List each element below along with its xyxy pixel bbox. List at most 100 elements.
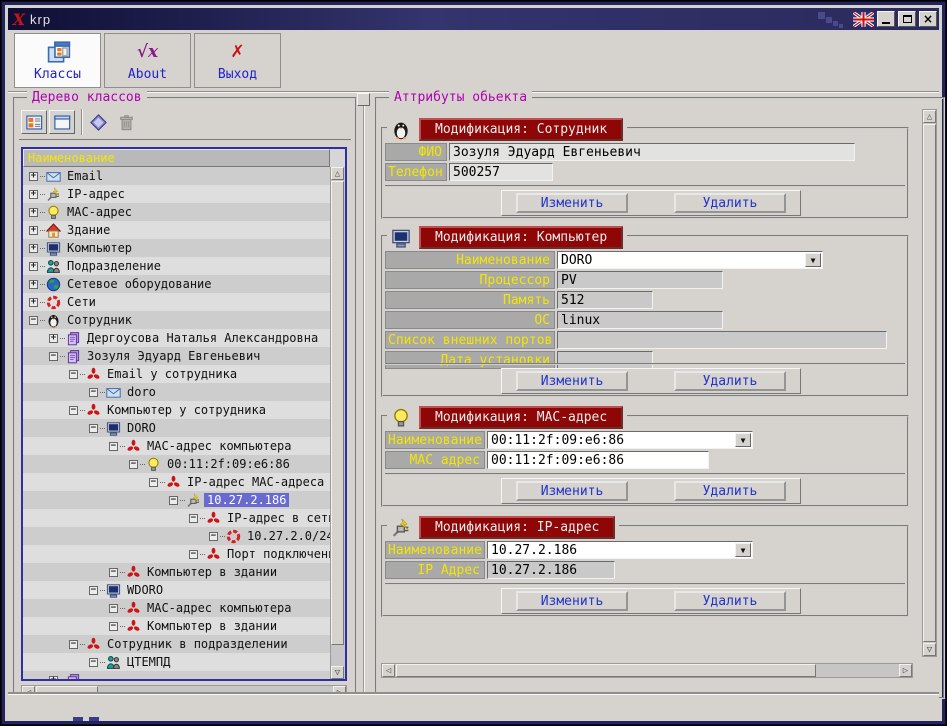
combo-dropdown-icon[interactable]: ▼	[735, 433, 751, 447]
classes-toolbar-button[interactable]: Классы	[14, 33, 101, 88]
text-input[interactable]: 10.27.2.186	[487, 561, 615, 579]
expand-plus-icon[interactable]: +	[29, 190, 38, 199]
tree-item-label[interactable]: Сетевое оборудование	[64, 277, 215, 291]
expand-plus-icon[interactable]: +	[29, 172, 38, 181]
tree-item-label[interactable]: IP-адрес MAC-адреса	[184, 475, 327, 489]
tree-item-label[interactable]: Компьютер в здании	[144, 565, 280, 579]
attributes-vertical-scrollbar[interactable]: △ ▽	[922, 109, 937, 657]
collapse-minus-icon[interactable]: −	[89, 658, 98, 667]
collapse-minus-icon[interactable]: −	[209, 532, 218, 541]
panel-splitter[interactable]	[363, 95, 365, 699]
tree-item-label[interactable]: Сети	[64, 295, 99, 309]
tree-vertical-scrollbar[interactable]: △ ▽	[330, 167, 345, 679]
tree-item-label[interactable]: Зозуля Эдуард Евгеньевич	[84, 349, 263, 363]
expand-plus-icon[interactable]: +	[29, 298, 38, 307]
tree-item[interactable]: + Дергоусова Наталья Александровна	[23, 329, 330, 347]
expand-plus-icon[interactable]: +	[29, 280, 38, 289]
tree-item[interactable]: + Сети	[23, 293, 330, 311]
collapse-minus-icon[interactable]: −	[69, 370, 78, 379]
tree-item-label[interactable]: Здание	[64, 223, 113, 237]
edit-button[interactable]: Изменить	[516, 371, 628, 391]
text-input[interactable]: 500257	[449, 163, 553, 181]
attributes-horizontal-scrollbar[interactable]: ◁ ▷	[381, 663, 913, 678]
expand-plus-icon[interactable]: +	[29, 208, 38, 217]
splitter-handle[interactable]	[357, 93, 370, 106]
close-button[interactable]: ×	[919, 11, 937, 27]
collapse-minus-icon[interactable]: −	[189, 514, 198, 523]
collapse-minus-icon[interactable]: −	[109, 622, 118, 631]
titlebar[interactable]: X krp ×	[8, 8, 939, 30]
text-input[interactable]: Зозуля Эдуард Евгеньевич	[449, 143, 855, 161]
language-flag-icon[interactable]	[853, 12, 874, 27]
tree-item[interactable]: − IP-адрес в сети	[23, 509, 330, 527]
tree-item[interactable]: + MAC-адрес	[23, 203, 330, 221]
tree-item[interactable]: −MAC-адрес компьютера	[23, 437, 330, 455]
scroll-up-icon[interactable]: △	[923, 110, 936, 123]
tree-item[interactable]: −Сотрудник	[23, 311, 330, 329]
expand-plus-icon[interactable]: +	[29, 226, 38, 235]
tree-item-label[interactable]: Дергоусова Наталья Александровна	[84, 331, 321, 345]
tree-item[interactable]: −WDORO	[23, 581, 330, 599]
tree-item[interactable]: + Сетевое оборудование	[23, 275, 330, 293]
minimize-button[interactable]	[877, 11, 895, 27]
tree-item-label[interactable]: DORO	[124, 421, 159, 435]
collapse-minus-icon[interactable]: −	[149, 478, 158, 487]
tree-item-label[interactable]: Порт подключени	[224, 547, 330, 561]
exit-toolbar-button[interactable]: ✗Выход	[194, 33, 281, 88]
attributes-hscroll-thumb[interactable]	[396, 664, 816, 677]
delete-button[interactable]: Удалить	[674, 371, 786, 391]
tree-item[interactable]: + Email	[23, 167, 330, 185]
tree-item[interactable]: − ЦТЕМПД	[23, 653, 330, 671]
combo-box[interactable]: DORO▼	[557, 251, 823, 269]
tree-item[interactable]: − 00:11:2f:09:e6:86	[23, 455, 330, 473]
tree-column-header[interactable]: Наименование	[23, 149, 330, 167]
collapse-minus-icon[interactable]: −	[89, 388, 98, 397]
view-plain-icon[interactable]	[49, 110, 75, 134]
edit-button[interactable]: Изменить	[516, 591, 628, 611]
collapse-minus-icon[interactable]: −	[189, 550, 198, 559]
tree-item-label[interactable]: Email у сотрудника	[104, 367, 240, 381]
combo-box[interactable]: 00:11:2f:09:e6:86▼	[487, 431, 753, 449]
text-input[interactable]	[557, 331, 887, 349]
scroll-down-icon[interactable]: ▽	[331, 666, 344, 679]
view-detail-icon[interactable]	[21, 110, 47, 134]
collapse-minus-icon[interactable]: −	[69, 406, 78, 415]
tree-item[interactable]: − Компьютер в здании	[23, 617, 330, 635]
tree-vscroll-thumb[interactable]	[331, 181, 344, 645]
tree-item[interactable]: − Порт подключени	[23, 545, 330, 563]
collapse-minus-icon[interactable]: −	[89, 586, 98, 595]
collapse-minus-icon[interactable]: −	[109, 442, 118, 451]
tree-item[interactable]: + IP-адрес	[23, 185, 330, 203]
collapse-minus-icon[interactable]: −	[29, 316, 38, 325]
text-input[interactable]: 512	[557, 291, 653, 309]
tree-item[interactable]: +Компьютер	[23, 239, 330, 257]
tree-item-label[interactable]: Email	[64, 169, 106, 183]
tree-item-label[interactable]: IP-адрес	[64, 187, 128, 201]
text-input[interactable]: linux	[557, 311, 723, 329]
collapse-minus-icon[interactable]: −	[129, 460, 138, 469]
tree-item-label[interactable]: IP-адрес в сети	[224, 511, 330, 525]
tree-item-label[interactable]: ЦТЕМПД	[124, 655, 173, 669]
delete-button[interactable]: Удалить	[674, 591, 786, 611]
text-input[interactable]: 00:11:2f:09:e6:86	[487, 451, 709, 469]
maximize-button[interactable]	[898, 11, 916, 27]
expand-plus-icon[interactable]: +	[49, 676, 58, 680]
scroll-down-icon[interactable]: ▽	[923, 643, 936, 656]
tree-item[interactable]: −Зозуля Эдуард Евгеньевич	[23, 347, 330, 365]
tree-item[interactable]: −Сотрудник в подразделении	[23, 635, 330, 653]
tree-item-label[interactable]: Компьютер в здании	[144, 619, 280, 633]
tree-item-label[interactable]: 10.27.2.0/24	[244, 529, 330, 543]
tree-item-label[interactable]: Компьютер	[64, 241, 135, 255]
tree-item[interactable]: −doro	[23, 383, 330, 401]
edit-button[interactable]: Изменить	[516, 193, 628, 213]
collapse-minus-icon[interactable]: −	[169, 496, 178, 505]
tree-item-label[interactable]: MAC-адрес	[64, 205, 135, 219]
edit-diamond-icon[interactable]	[85, 110, 111, 134]
scroll-left-icon[interactable]: ◁	[382, 664, 395, 677]
combo-box[interactable]: 10.27.2.186▼	[487, 541, 753, 559]
expand-plus-icon[interactable]: +	[49, 334, 58, 343]
tree-item-label[interactable]: 00:11:2f:09:e6:86	[164, 457, 293, 471]
tree-item[interactable]: −10.27.2.186	[23, 491, 330, 509]
tree-item[interactable]: −DORO	[23, 419, 330, 437]
scroll-right-icon[interactable]: ▷	[899, 664, 912, 677]
